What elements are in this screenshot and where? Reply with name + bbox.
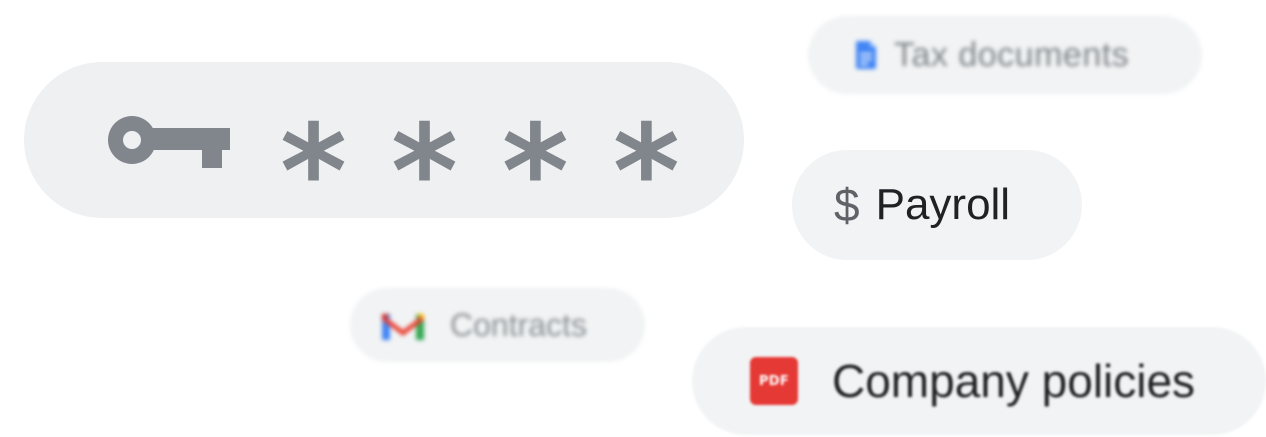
tag-tax-documents: Tax documents	[808, 16, 1202, 94]
masked-password: * * * *	[280, 91, 680, 247]
tag-label: Company policies	[832, 355, 1196, 407]
password-mask-char: *	[280, 98, 347, 247]
pdf-icon: PDF	[750, 357, 798, 405]
password-mask-char: *	[390, 98, 458, 247]
dollar-icon: $	[834, 179, 860, 231]
gmail-icon	[382, 314, 424, 340]
tag-company-policies: PDF Company policies	[692, 327, 1266, 435]
google-docs-icon	[856, 41, 876, 69]
password-mask-char: *	[501, 98, 569, 247]
tag-label: Contracts	[450, 306, 587, 343]
key-icon	[108, 116, 230, 168]
tag-label: Tax documents	[894, 35, 1130, 74]
tag-contracts: Contracts	[350, 288, 645, 362]
password-field: * * * *	[24, 62, 744, 247]
password-mask-char: *	[612, 98, 680, 247]
tag-label: Payroll	[875, 180, 1011, 229]
tag-payroll: $ Payroll	[792, 150, 1082, 260]
